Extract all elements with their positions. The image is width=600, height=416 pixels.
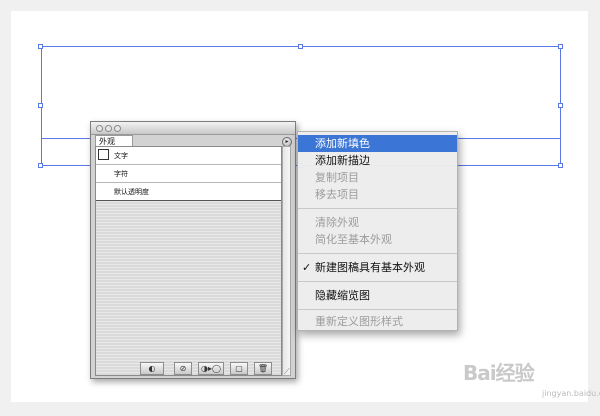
menu-item-hide-thumbnails[interactable]: 隐藏缩览图 [298,287,457,304]
menu-separator [298,253,457,254]
tab-appearance[interactable]: 外观 [95,135,133,146]
list-item-label: 字符 [114,170,128,178]
watermark-url: jingyan.baidu.com [542,389,600,398]
duplicate-item-button[interactable]: ▢ [230,362,248,375]
menu-item-new-art-basic-appearance[interactable]: ✓ 新建图稿具有基本外观 [298,259,457,276]
clear-appearance-button[interactable]: ⊘ [174,362,192,375]
vertical-scrollbar[interactable] [282,146,291,376]
menu-separator [298,309,457,310]
handle-top-left[interactable] [38,44,43,49]
panel-titlebar[interactable] [91,122,295,135]
menu-item-redefine-graphic-style[interactable]: 重新定义图形样式 [298,313,457,330]
menu-separator [298,281,457,282]
appearance-panel: 外观 ▸ 文字 字符 默认透明度 ◐ ⊘ ◑▸◯ ▢ 🗑 ⟋ [90,121,296,379]
zoom-button[interactable] [114,125,121,132]
menu-item-add-new-stroke[interactable]: 添加新描边 [298,152,457,169]
list-item-opacity[interactable]: 默认透明度 [96,183,281,201]
minimize-button[interactable] [105,125,112,132]
menu-item-duplicate-item[interactable]: 复制项目 [298,169,457,186]
delete-item-button[interactable]: 🗑 [254,362,272,375]
menu-item-add-new-fill[interactable]: 添加新填色 [298,135,457,152]
close-button[interactable] [96,125,103,132]
handle-top-center[interactable] [298,44,303,49]
handle-top-right[interactable] [558,44,563,49]
menu-item-clear-appearance[interactable]: 清除外观 [298,214,457,231]
menu-separator [298,208,457,209]
menu-item-label: 新建图稿具有基本外观 [315,261,425,274]
list-item-label: 文字 [114,152,128,160]
panel-flyout-menu: 添加新填色 添加新描边 复制项目 移去项目 清除外观 简化至基本外观 ✓ 新建图… [297,131,458,331]
fill-swatch-icon [98,149,109,160]
list-item-type[interactable]: 文字 [96,147,281,165]
resize-grip-icon[interactable]: ⟋ [284,367,293,376]
checkmark-icon: ✓ [302,261,312,274]
list-item-label: 默认透明度 [114,188,149,196]
handle-middle-right[interactable] [558,103,563,108]
list-item-character[interactable]: 字符 [96,165,281,183]
watermark-logo: Bai经验 [463,361,535,385]
handle-bottom-left[interactable] [38,163,43,168]
handle-middle-left[interactable] [38,103,43,108]
new-art-basic-appearance-button[interactable]: ◐ [140,362,164,375]
appearance-list: 文字 字符 默认透明度 [95,146,282,376]
menu-item-reduce-to-basic[interactable]: 简化至基本外观 [298,231,457,248]
menu-item-remove-item[interactable]: 移去项目 [298,186,457,203]
reduce-to-basic-button[interactable]: ◑▸◯ [198,362,224,375]
handle-bottom-right[interactable] [558,163,563,168]
